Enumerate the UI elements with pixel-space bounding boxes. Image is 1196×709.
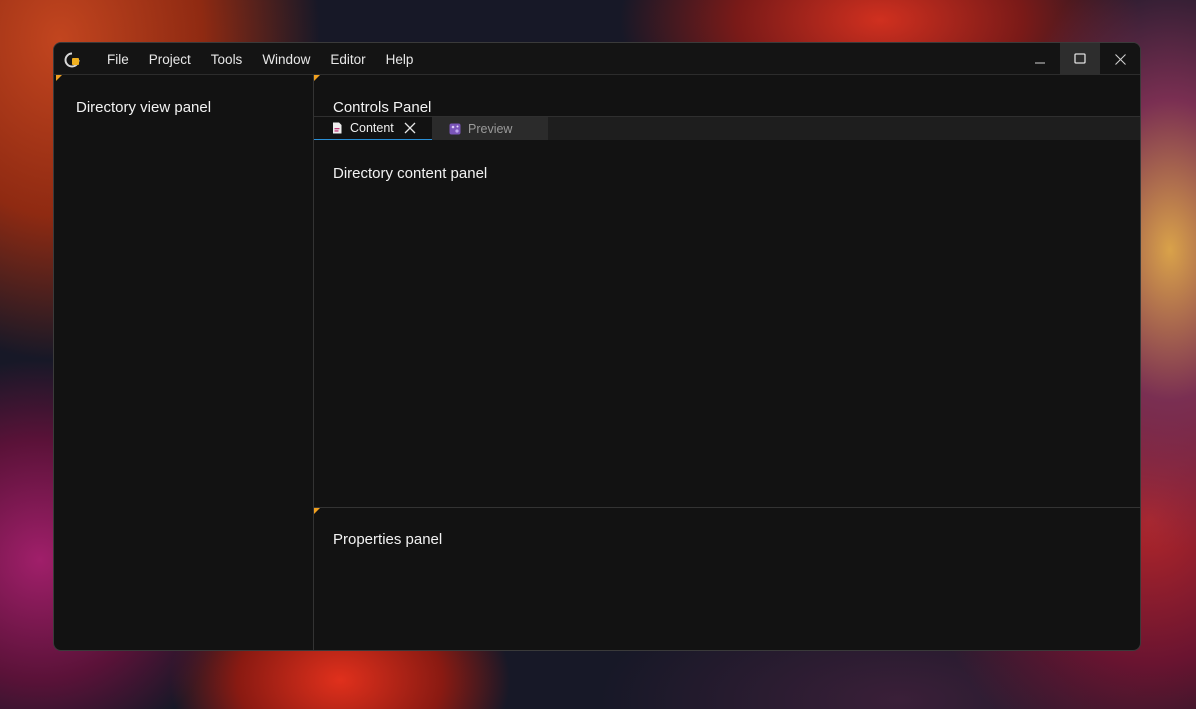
close-icon — [1114, 53, 1126, 65]
properties-panel[interactable]: Properties panel — [314, 508, 1140, 650]
menu-editor[interactable]: Editor — [320, 43, 375, 75]
title-bar[interactable]: File Project Tools Window Editor Help — [54, 43, 1140, 75]
tab-content[interactable]: Content — [314, 117, 432, 140]
panel-corner-marker — [56, 75, 62, 81]
directory-view-title: Directory view panel — [76, 99, 212, 116]
maximize-icon — [1074, 53, 1086, 64]
preview-icon — [449, 123, 461, 134]
directory-content-title: Directory content panel — [333, 165, 488, 182]
properties-panel-title: Properties panel — [333, 531, 443, 548]
app-window: File Project Tools Window Editor Help Di… — [53, 42, 1141, 651]
tab-preview[interactable]: Preview — [432, 117, 548, 140]
tab-preview-label: Preview — [468, 121, 513, 136]
panel-corner-marker — [314, 75, 320, 81]
directory-view-panel[interactable]: Directory view panel — [54, 75, 314, 650]
directory-content-panel[interactable]: Directory content panel — [314, 140, 1140, 508]
minimize-icon — [1035, 62, 1045, 64]
menu-bar: File Project Tools Window Editor Help — [97, 43, 423, 75]
menu-help[interactable]: Help — [376, 43, 424, 75]
close-icon — [404, 122, 416, 134]
close-button[interactable] — [1100, 43, 1140, 75]
window-controls — [1020, 43, 1140, 75]
tab-content-label: Content — [350, 121, 394, 135]
controls-panel[interactable]: Controls Panel — [314, 75, 1140, 116]
minimize-button[interactable] — [1020, 43, 1060, 75]
controls-panel-title: Controls Panel — [333, 99, 432, 116]
document-icon — [333, 122, 342, 134]
menu-window[interactable]: Window — [252, 43, 320, 75]
tab-close-button[interactable] — [404, 122, 416, 134]
menu-file[interactable]: File — [97, 43, 139, 75]
menu-project[interactable]: Project — [139, 43, 201, 75]
menu-tools[interactable]: Tools — [201, 43, 253, 75]
panel-corner-marker — [314, 508, 320, 514]
maximize-button[interactable] — [1060, 43, 1100, 75]
content-tab-bar: Content Preview — [314, 116, 1140, 140]
app-logo-icon — [64, 52, 80, 68]
